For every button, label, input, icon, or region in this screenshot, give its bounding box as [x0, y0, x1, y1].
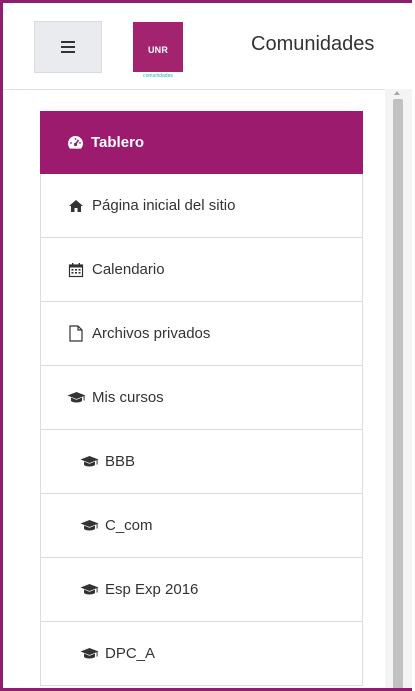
calendar-icon: [66, 262, 86, 278]
nav-item-course-dpc-a[interactable]: DPC_A: [40, 622, 363, 686]
nav-item-label: Tablero: [91, 134, 145, 151]
menu-toggle-button[interactable]: [34, 21, 102, 73]
app-frame: UNR comunidades Comunidades Tablero Pági…: [0, 0, 412, 691]
nav-item-my-courses[interactable]: Mis cursos: [40, 366, 363, 430]
home-icon: [66, 199, 86, 213]
nav-item-label: Esp Exp 2016: [105, 581, 199, 598]
graduation-cap-icon: [79, 455, 99, 468]
nav-item-course-c-com[interactable]: C_com: [40, 494, 363, 558]
graduation-cap-icon: [79, 519, 99, 532]
graduation-cap-icon: [79, 583, 99, 596]
nav-item-course-bbb[interactable]: BBB: [40, 430, 363, 494]
nav-item-label: Página inicial del sitio: [92, 197, 236, 214]
site-title[interactable]: Comunidades: [251, 33, 374, 56]
logo-sub-text: comunidades: [143, 73, 173, 79]
dashboard-icon: [65, 135, 85, 150]
nav-drawer: Tablero Página inicial del sitio Calenda…: [40, 111, 363, 686]
graduation-cap-icon: [66, 391, 86, 404]
nav-item-private-files[interactable]: Archivos privados: [40, 302, 363, 366]
scrollbar-thumb[interactable]: [393, 99, 403, 688]
hamburger-icon: [61, 41, 75, 53]
graduation-cap-icon: [79, 647, 99, 660]
nav-item-label: Archivos privados: [92, 325, 211, 342]
nav-item-home[interactable]: Página inicial del sitio: [40, 174, 363, 238]
nav-item-calendar[interactable]: Calendario: [40, 238, 363, 302]
site-logo[interactable]: UNR comunidades: [133, 22, 183, 79]
nav-item-label: C_com: [105, 517, 153, 534]
scrollbar[interactable]: [385, 89, 412, 688]
file-icon: [66, 325, 86, 342]
nav-item-label: Calendario: [92, 261, 165, 278]
nav-item-label: DPC_A: [105, 645, 156, 662]
nav-item-label: Mis cursos: [92, 389, 164, 406]
nav-item-tablero[interactable]: Tablero: [40, 111, 363, 174]
nav-item-label: BBB: [105, 453, 136, 470]
header: UNR comunidades Comunidades: [3, 3, 412, 90]
logo-main-text: UNR: [147, 45, 169, 55]
scroll-up-arrow-icon[interactable]: [394, 91, 400, 95]
nav-item-course-esp-exp-2016[interactable]: Esp Exp 2016: [40, 558, 363, 622]
